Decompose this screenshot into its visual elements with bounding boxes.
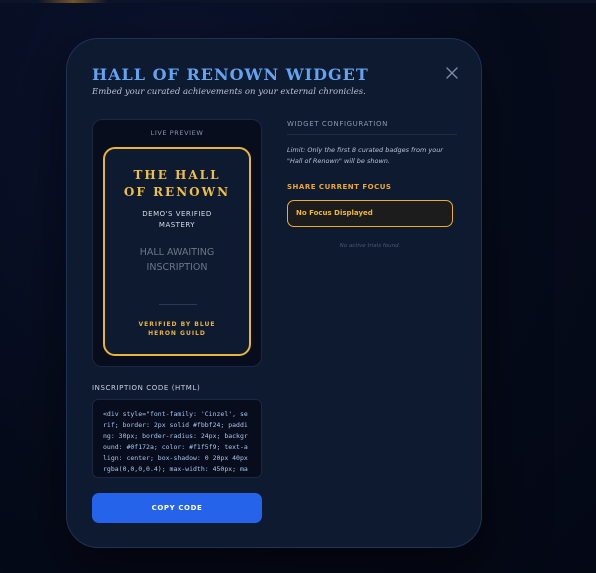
badge-footer-line2: HERON GUILD — [148, 330, 206, 337]
hall-badge-card: THE HALL OF RENOWN DEMO'S VERIFIED MASTE… — [103, 147, 251, 356]
close-icon[interactable] — [445, 65, 459, 79]
modal-subtitle: Embed your curated achievements on your … — [92, 87, 366, 97]
live-preview-label: LIVE PREVIEW — [150, 129, 204, 137]
badge-mastery-line2: MASTERY — [158, 221, 196, 229]
badge-footer-line1: VERIFIED BY BLUE — [138, 321, 216, 328]
live-preview-panel: LIVE PREVIEW THE HALL OF RENOWN DEMO'S V… — [92, 119, 262, 367]
badge-empty-state: HALL AWAITING INSCRIPTION — [105, 245, 249, 275]
badge-title-line1: THE HALL — [133, 168, 221, 182]
badge-divider — [159, 304, 197, 305]
modal-title: HALL OF RENOWN WIDGET — [92, 65, 369, 84]
config-divider — [287, 134, 457, 135]
badge-empty-line2: INSCRIPTION — [146, 262, 208, 273]
widget-modal: HALL OF RENOWN WIDGET Embed your curated… — [66, 38, 482, 548]
badge-mastery-line1: DEMO'S VERIFIED — [142, 210, 212, 218]
share-focus-label: SHARE CURRENT FOCUS — [287, 183, 392, 191]
badge-empty-line1: HALL AWAITING — [139, 247, 215, 258]
inscription-code-box[interactable]: <div style="font-family: 'Cinzel', serif… — [92, 399, 262, 478]
badge-title: THE HALL OF RENOWN — [105, 167, 249, 201]
badge-mastery: DEMO'S VERIFIED MASTERY — [105, 209, 249, 231]
config-limit-note: Limit: Only the first 8 curated badges f… — [287, 146, 443, 165]
inscription-code-label: INSCRIPTION CODE (HTML) — [92, 384, 201, 392]
top-bar-glow — [38, 0, 108, 3]
widget-config-title: WIDGET CONFIGURATION — [287, 120, 388, 128]
badge-title-line2: OF RENOWN — [123, 185, 231, 199]
no-trials-message: No active trials found. — [339, 243, 401, 249]
badge-footer: VERIFIED BY BLUE HERON GUILD — [105, 320, 249, 338]
copy-code-button[interactable]: COPY CODE — [92, 493, 262, 523]
focus-select[interactable]: No Focus Displayed — [287, 200, 453, 227]
